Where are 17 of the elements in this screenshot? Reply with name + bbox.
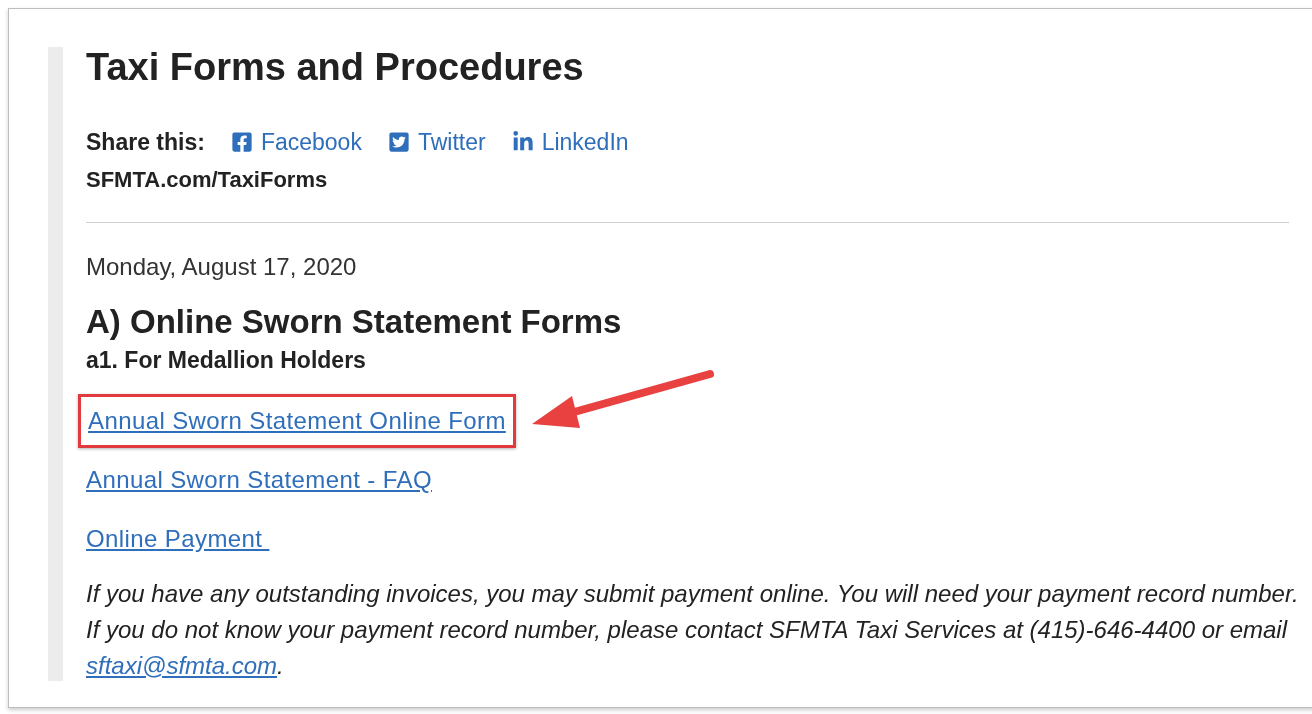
- email-link[interactable]: sftaxi@sfmta.com: [86, 651, 278, 679]
- subheading: a1. For Medallion Holders: [86, 346, 366, 375]
- facebook-icon: [230, 131, 253, 153]
- section-heading: A) Online Sworn Statement Forms: [86, 303, 622, 341]
- share-link[interactable]: Twitter: [387, 129, 486, 155]
- page-title: Taxi Forms and Procedures: [86, 47, 584, 87]
- share-link[interactable]: LinkedIn: [511, 129, 629, 155]
- form-link[interactable]: Annual Sworn Statement Online Form: [88, 406, 506, 434]
- share-label: Share this:: [86, 129, 205, 155]
- form-link[interactable]: Online Payment: [86, 520, 270, 557]
- share-link[interactable]: Facebook: [230, 129, 362, 155]
- linkedin-icon: [511, 131, 534, 153]
- short-url: SFMTA.com/TaxiForms: [86, 166, 328, 194]
- post-date: Monday, August 17, 2020: [86, 252, 357, 282]
- payment-note: If you have any outstanding invoices, you may submit payment online. You will need your payment record number. If you do not know your payment record number, please contact SFMTA Taxi Services at (415)-646-4400 or email sftaxi@sfmta.com.: [86, 578, 1300, 681]
- form-link[interactable]: Annual Sworn Statement - FAQ: [86, 461, 433, 498]
- twitter-icon: [387, 131, 410, 153]
